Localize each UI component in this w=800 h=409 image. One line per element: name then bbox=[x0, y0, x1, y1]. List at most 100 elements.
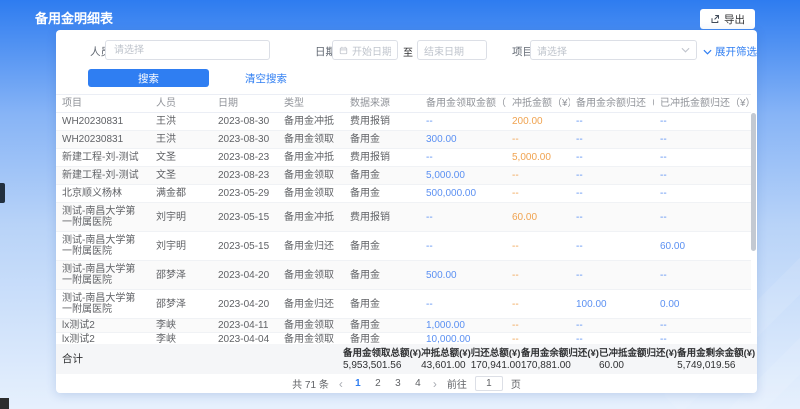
app-window: 备用金明细表 导出 人员 日期 开始日期 至 bbox=[0, 0, 800, 409]
drawer-handle[interactable] bbox=[0, 183, 5, 203]
export-button[interactable]: 导出 bbox=[700, 9, 755, 29]
cell-offset: -- bbox=[506, 261, 570, 290]
calendar-icon bbox=[339, 46, 348, 55]
cell-type: 备用金领取 bbox=[278, 319, 344, 333]
cell-balance_return: -- bbox=[570, 232, 654, 261]
goto-page-input[interactable] bbox=[475, 376, 503, 391]
cell-offset: 60.00 bbox=[506, 203, 570, 232]
column-header: 项目 bbox=[56, 95, 150, 113]
export-button-label: 导出 bbox=[724, 12, 745, 27]
expand-filters-link[interactable]: 展开筛选 bbox=[703, 44, 757, 59]
summary-item: 备用金余额归还(¥)170,881.00 bbox=[521, 348, 599, 371]
cell-offset_return: -- bbox=[654, 185, 751, 203]
cell-date: 2023-08-23 bbox=[212, 167, 278, 185]
cell-source: 备用金 bbox=[344, 167, 420, 185]
cell-offset_return: -- bbox=[654, 149, 751, 167]
cell-source: 备用金 bbox=[344, 131, 420, 149]
cell-balance_return: -- bbox=[570, 203, 654, 232]
cell-person: 邵梦泽 bbox=[150, 290, 212, 319]
summary-item-value: 43,601.00 bbox=[421, 360, 471, 371]
cell-project: 测试-南昌大学第一附属医院 bbox=[56, 203, 150, 232]
action-bar: 搜索 清空搜索 bbox=[88, 69, 757, 87]
date-separator: 至 bbox=[403, 44, 413, 59]
table-row[interactable]: lx测试2李峡2023-04-11备用金领取备用金1,000.00------ bbox=[56, 319, 751, 333]
goto-suffix: 页 bbox=[511, 376, 521, 391]
table-row[interactable]: 新建工程-刘-测试文圣2023-08-23备用金冲抵费用报销--5,000.00… bbox=[56, 149, 751, 167]
cell-type: 备用金领取 bbox=[278, 131, 344, 149]
table-row[interactable]: 北京顺义杨林满金都2023-05-29备用金领取备用金500,000.00---… bbox=[56, 185, 751, 203]
vertical-scrollbar[interactable] bbox=[751, 113, 756, 251]
cell-project: WH20230831 bbox=[56, 113, 150, 131]
cell-received: 500.00 bbox=[420, 261, 506, 290]
cell-offset_return: -- bbox=[654, 113, 751, 131]
person-select[interactable] bbox=[105, 40, 270, 60]
cell-received: 10,000.00 bbox=[420, 333, 506, 345]
summary-item-label: 备用金余额归还(¥) bbox=[521, 348, 599, 359]
table-row[interactable]: 测试-南昌大学第一附属医院刘宇明2023-05-15备用金冲抵费用报销--60.… bbox=[56, 203, 751, 232]
cell-project: lx测试2 bbox=[56, 333, 150, 345]
cell-balance_return: -- bbox=[570, 319, 654, 333]
cell-balance_return: -- bbox=[570, 167, 654, 185]
cell-project: 测试-南昌大学第一附属医院 bbox=[56, 232, 150, 261]
cell-received: 5,000.00 bbox=[420, 167, 506, 185]
cell-offset_return: -- bbox=[654, 319, 751, 333]
chevron-down-icon bbox=[681, 47, 690, 53]
project-select-placeholder: 请选择 bbox=[537, 43, 677, 58]
cell-offset: -- bbox=[506, 333, 570, 345]
clear-search-link[interactable]: 清空搜索 bbox=[245, 71, 287, 86]
cell-project: 测试-南昌大学第一附属医院 bbox=[56, 290, 150, 319]
table-row[interactable]: 测试-南昌大学第一附属医院邵梦泽2023-04-20备用金归还备用金----10… bbox=[56, 290, 751, 319]
cell-type: 备用金冲抵 bbox=[278, 149, 344, 167]
column-header: 数据来源 bbox=[344, 95, 420, 113]
date-end-input[interactable]: 结束日期 bbox=[417, 40, 487, 60]
cell-project: lx测试2 bbox=[56, 319, 150, 333]
cell-source: 费用报销 bbox=[344, 203, 420, 232]
cell-offset_return: -- bbox=[654, 203, 751, 232]
table-row[interactable]: WH20230831王洪2023-08-30备用金领取备用金300.00----… bbox=[56, 131, 751, 149]
cell-offset_return: 0.00 bbox=[654, 290, 751, 319]
expand-filters-label: 展开筛选 bbox=[715, 44, 757, 59]
cell-offset_return: -- bbox=[654, 131, 751, 149]
cell-received: -- bbox=[420, 232, 506, 261]
page-button[interactable]: 1 bbox=[353, 378, 363, 389]
cell-source: 备用金 bbox=[344, 185, 420, 203]
table-row[interactable]: WH20230831王洪2023-08-30备用金冲抵费用报销--200.00-… bbox=[56, 113, 751, 131]
prev-page-icon[interactable]: ‹ bbox=[337, 379, 345, 389]
cell-balance_return: 100.00 bbox=[570, 290, 654, 319]
cell-type: 备用金归还 bbox=[278, 290, 344, 319]
column-header: 备用金余额归还（¥） bbox=[570, 95, 654, 113]
column-header: 备用金领取金额（¥） bbox=[420, 95, 506, 113]
page-button[interactable]: 2 bbox=[373, 378, 383, 389]
page-button[interactable]: 4 bbox=[413, 378, 423, 389]
search-button[interactable]: 搜索 bbox=[88, 69, 209, 87]
cell-person: 刘宇明 bbox=[150, 203, 212, 232]
cell-source: 备用金 bbox=[344, 319, 420, 333]
cell-person: 文圣 bbox=[150, 167, 212, 185]
next-page-icon[interactable]: › bbox=[431, 379, 439, 389]
cell-date: 2023-08-30 bbox=[212, 113, 278, 131]
cell-balance_return: -- bbox=[570, 149, 654, 167]
cell-person: 王洪 bbox=[150, 113, 212, 131]
table-row[interactable]: 新建工程-刘-测试文圣2023-08-23备用金领取备用金5,000.00---… bbox=[56, 167, 751, 185]
cell-received: 300.00 bbox=[420, 131, 506, 149]
total-count: 共 71 条 bbox=[292, 376, 329, 391]
date-start-placeholder: 开始日期 bbox=[352, 43, 391, 58]
content-card: 人员 日期 开始日期 至 结束日期 项目 请选择 bbox=[56, 30, 757, 393]
cell-balance_return: -- bbox=[570, 113, 654, 131]
project-select[interactable]: 请选择 bbox=[530, 40, 697, 60]
cell-project: 新建工程-刘-测试 bbox=[56, 167, 150, 185]
cell-balance_return: -- bbox=[570, 185, 654, 203]
date-start-input[interactable]: 开始日期 bbox=[332, 40, 398, 60]
cell-date: 2023-08-23 bbox=[212, 149, 278, 167]
cell-project: 新建工程-刘-测试 bbox=[56, 149, 150, 167]
cell-balance_return: -- bbox=[570, 261, 654, 290]
cell-type: 备用金领取 bbox=[278, 185, 344, 203]
page-button[interactable]: 3 bbox=[393, 378, 403, 389]
table-row[interactable]: 测试-南昌大学第一附属医院刘宇明2023-05-15备用金归还备用金------… bbox=[56, 232, 751, 261]
table-row[interactable]: lx测试2李峡2023-04-04备用金领取备用金10,000.00------ bbox=[56, 333, 751, 345]
table-row[interactable]: 测试-南昌大学第一附属医院邵梦泽2023-04-20备用金领取备用金500.00… bbox=[56, 261, 751, 290]
cell-source: 备用金 bbox=[344, 290, 420, 319]
column-header: 日期 bbox=[212, 95, 278, 113]
summary-item-label: 冲抵总额(¥) bbox=[421, 348, 471, 359]
cell-offset_return: 60.00 bbox=[654, 232, 751, 261]
